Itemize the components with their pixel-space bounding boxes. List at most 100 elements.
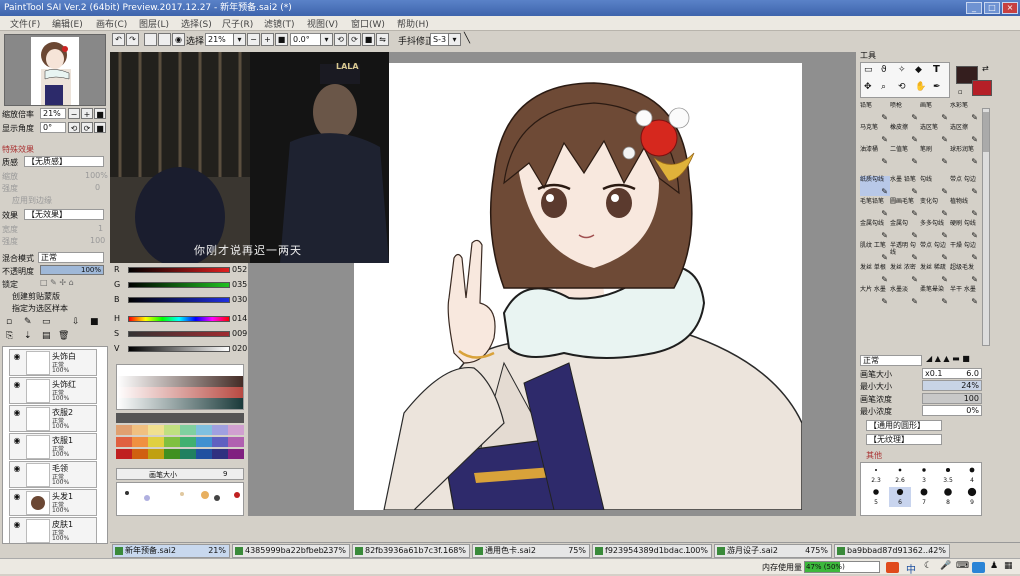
menu-select[interactable]: 选择(S) <box>181 17 212 30</box>
brush-preset[interactable]: 笔刷 ✎ <box>920 146 950 166</box>
brush-preset[interactable]: 发丝 稀疏 ✎ <box>920 264 950 284</box>
tab-document[interactable]: 新年预备.sai2 21% <box>112 544 230 558</box>
chevron-down-icon[interactable]: ▾ <box>448 33 461 46</box>
shirt-icon[interactable] <box>972 562 985 573</box>
eyedropper-icon[interactable]: ✒ <box>933 82 941 92</box>
brush-preset[interactable]: 半透明 勾线 ✎ <box>890 242 920 262</box>
zoom-value-field[interactable]: 21% <box>40 108 66 119</box>
redo-icon[interactable]: ↷ <box>126 33 139 46</box>
brush-preset[interactable]: 带点 勾边 ✎ <box>950 176 980 196</box>
layer-item[interactable]: ◉ 皮肤1 正常 100% <box>9 517 97 543</box>
invert-selection-icon[interactable] <box>158 33 171 46</box>
menu-file[interactable]: 文件(F) <box>10 17 40 30</box>
menu-window[interactable]: 窗口(W) <box>351 17 385 30</box>
tab-document[interactable]: 游月设子.sai2 475% <box>714 544 832 558</box>
navigator-thumbnail[interactable] <box>4 34 106 106</box>
straight-line-icon[interactable]: ╲ <box>464 33 470 44</box>
clip-mask-checkbox[interactable]: 创建剪贴蒙版 <box>12 291 60 302</box>
eye-icon[interactable]: ◉ <box>12 464 22 474</box>
texture-select[interactable]: 【无质感】 <box>24 156 104 167</box>
secondary-color[interactable] <box>972 80 992 96</box>
move-icon[interactable]: ✥ <box>864 82 872 92</box>
brush-preset[interactable]: 植物线 ✎ <box>950 198 980 218</box>
canvas[interactable] <box>354 63 802 510</box>
brush-preset[interactable]: 圆画毛笔 ✎ <box>890 198 920 218</box>
brush-preset[interactable]: 柔笔晕染 ✎ <box>920 286 950 306</box>
rotate-reset-icon[interactable]: ■ <box>94 122 106 133</box>
dot-size-option[interactable]: 3 <box>913 465 935 485</box>
r-slider[interactable]: R 052 <box>114 265 248 277</box>
other-label[interactable]: 其他 <box>866 450 882 461</box>
layer-item[interactable]: ◉ 头饰红 正常 100% <box>9 377 97 404</box>
brush-preset[interactable]: 油漆桶 ✎ <box>860 146 890 166</box>
zoom-in-icon[interactable]: + <box>81 108 93 119</box>
text-tool-icon[interactable]: T <box>933 64 940 75</box>
zoom-out-icon[interactable]: − <box>68 108 80 119</box>
s-slider[interactable]: S 009 <box>114 329 248 341</box>
brush-preset[interactable]: 马克笔 ✎ <box>860 124 890 144</box>
undo-icon[interactable]: ↶ <box>112 33 125 46</box>
eye-icon[interactable]: ◉ <box>12 520 22 530</box>
brush-preset[interactable]: 橡皮擦 ✎ <box>890 124 920 144</box>
size-slider[interactable]: x0.1 6.0 <box>922 368 982 379</box>
apply-border-checkbox[interactable]: 应用到边缘 <box>12 195 52 206</box>
blend-mode-select[interactable]: 正常 <box>38 252 104 263</box>
dot-size-option[interactable]: 2.6 <box>889 465 911 485</box>
eye-icon[interactable]: ◉ <box>12 492 22 502</box>
swap-colors-icon[interactable]: ⇄ <box>982 64 989 73</box>
keyboard-icon[interactable]: ⌨ <box>956 561 969 571</box>
eye-icon[interactable]: ◉ <box>12 380 22 390</box>
brush-shape-select[interactable]: 【通用的圆形】 <box>866 420 942 431</box>
brush-preset[interactable]: 喷枪 ✎ <box>890 102 920 122</box>
merge-down-icon[interactable]: ⇩ <box>72 317 80 327</box>
brush-preset[interactable]: 选区擦 ✎ <box>950 124 980 144</box>
brush-preset[interactable]: 金属勾线 ✎ <box>860 220 890 240</box>
mask-icon[interactable]: ■ <box>90 317 99 327</box>
new-folder-icon[interactable]: ▭ <box>42 317 51 327</box>
grid-icon[interactable]: ▦ <box>1004 561 1013 571</box>
tab-document[interactable]: ba9bbad87d91362... 42% <box>834 544 950 558</box>
scratch-pad[interactable] <box>116 482 244 516</box>
dot-size-option[interactable]: 5 <box>865 487 887 507</box>
user-icon[interactable]: ♟ <box>990 561 998 571</box>
rect-select-icon[interactable]: ▭ <box>864 65 873 75</box>
brush-preset[interactable]: 超级毛发 ✎ <box>950 264 980 284</box>
min-density-slider[interactable]: 0% <box>922 405 982 416</box>
zoom-reset-icon[interactable]: ■ <box>94 108 106 119</box>
dot-size-option[interactable]: 6 <box>889 487 911 507</box>
dot-size-option[interactable]: 8 <box>937 487 959 507</box>
zoom-out-icon[interactable]: − <box>247 33 260 46</box>
brush-preset[interactable]: 纸质勾线 ✎ <box>860 176 890 196</box>
brush-preset[interactable]: 水彩笔 ✎ <box>950 102 980 122</box>
brush-list-scrollbar[interactable] <box>982 108 990 346</box>
rotate-tool-icon[interactable]: ⟲ <box>898 82 906 92</box>
brush-preset[interactable]: 发丝 单根 ✎ <box>860 264 890 284</box>
brush-preset[interactable]: 半干 水墨 ✎ <box>950 286 980 306</box>
eye-icon[interactable]: ◉ <box>12 408 22 418</box>
effect-select[interactable]: 【无效果】 <box>24 209 104 220</box>
transparent-color-icon[interactable]: ▫ <box>958 88 963 96</box>
rotate-reset-icon[interactable]: ■ <box>362 33 375 46</box>
rotate-right-icon[interactable]: ⟳ <box>81 122 93 133</box>
hand-icon[interactable]: ✋ <box>915 82 926 92</box>
brush-preset[interactable]: 变化勾 ✎ <box>920 198 950 218</box>
b-slider[interactable]: B 030 <box>114 295 248 307</box>
slider-bar[interactable] <box>128 267 230 273</box>
layer-item[interactable]: ◉ 毛领 正常 100% <box>9 461 97 488</box>
brush-preset[interactable]: 勾线 ✎ <box>920 176 950 196</box>
dot-size-option[interactable]: 3.5 <box>937 465 959 485</box>
h-slider[interactable]: H 014 <box>114 314 248 326</box>
brush-preset[interactable]: 金属勾 ✎ <box>890 220 920 240</box>
clear-layer-icon[interactable]: ▤ <box>42 331 51 341</box>
slider-bar[interactable] <box>128 297 230 303</box>
dot-size-option[interactable]: 4 <box>961 465 983 485</box>
brush-preset[interactable]: 铅笔 ✎ <box>860 102 890 122</box>
selection-sample-checkbox[interactable]: 指定为选区样本 <box>12 303 68 314</box>
brush-texture-select[interactable]: 【无纹理】 <box>866 434 942 445</box>
zoom-in-icon[interactable]: + <box>261 33 274 46</box>
brush-size-dots[interactable]: 2.3 2.6 3 3.5 4 5 6 7 8 9 <box>860 462 982 516</box>
menu-view[interactable]: 视图(V) <box>307 17 338 30</box>
slider-bar[interactable] <box>128 316 230 322</box>
slider-bar[interactable] <box>128 282 230 288</box>
tab-document[interactable]: 4385999ba22bfbeb... 237% <box>232 544 350 558</box>
